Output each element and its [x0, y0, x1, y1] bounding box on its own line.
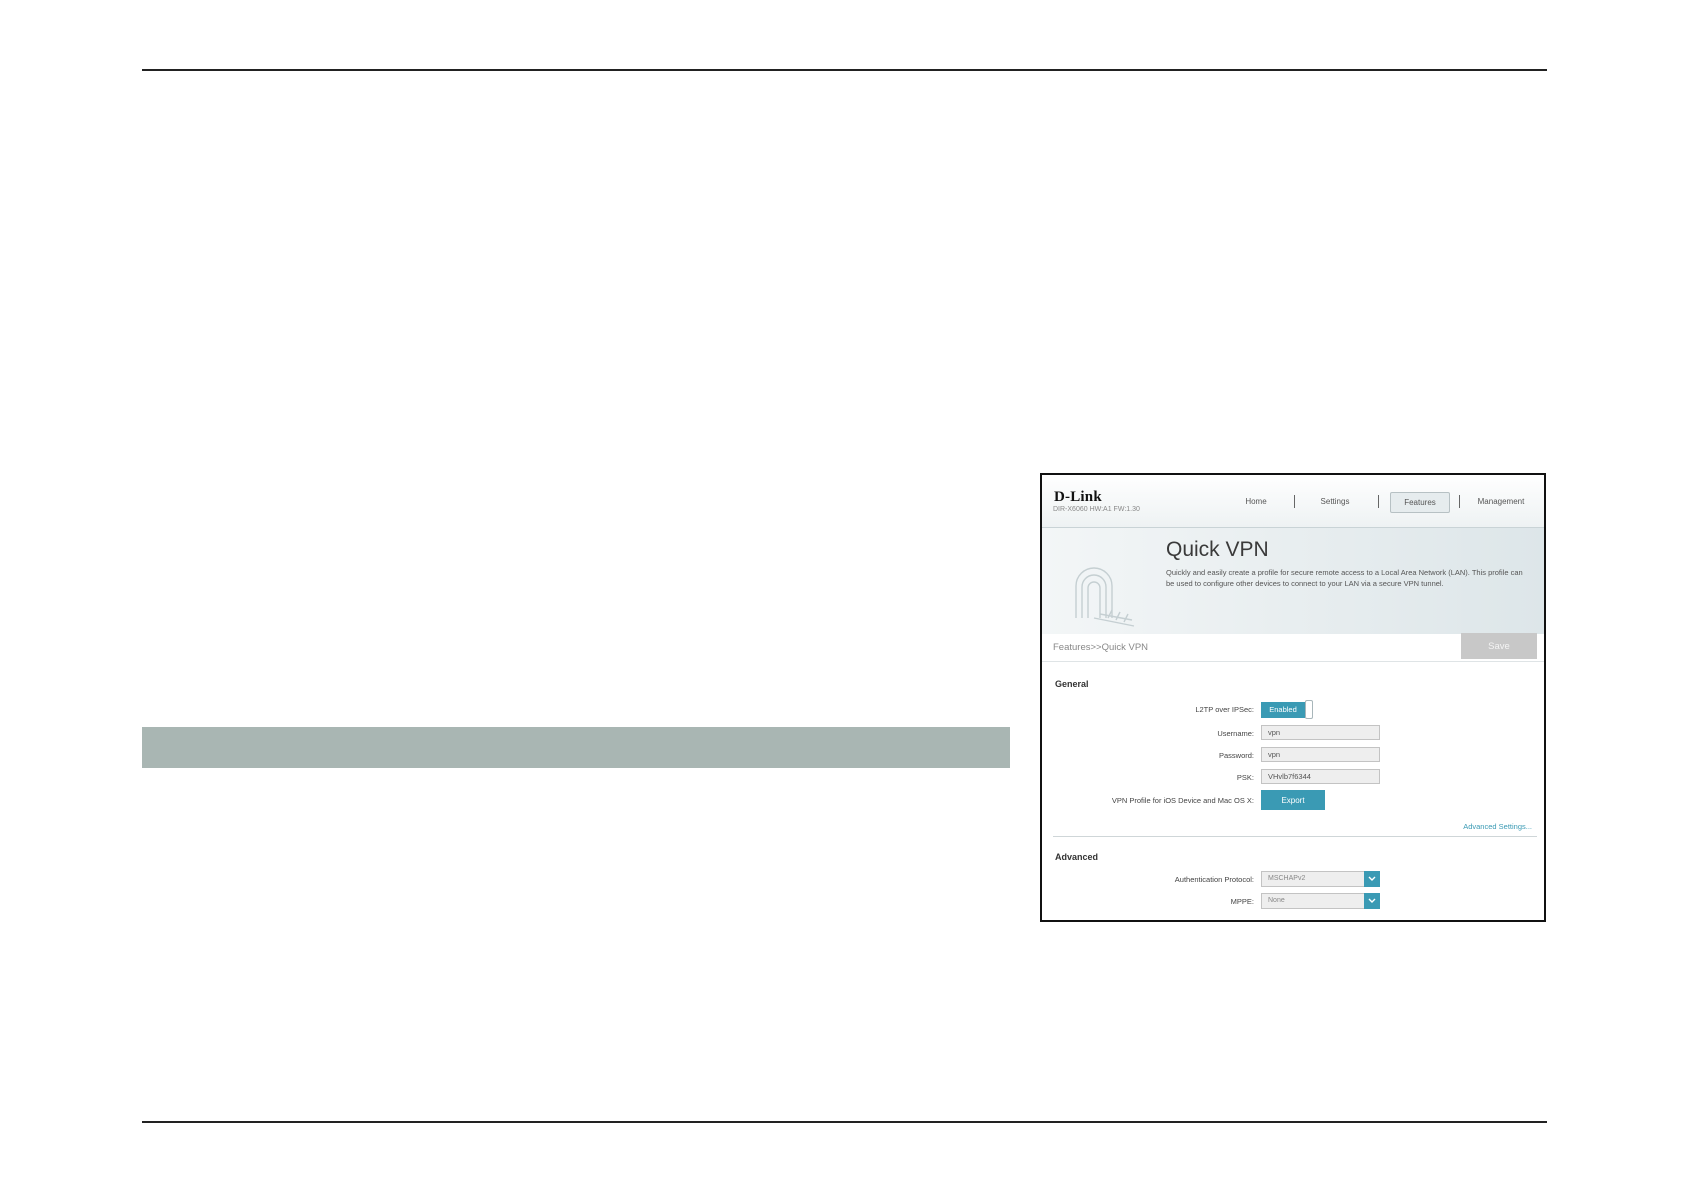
mppe-value: None [1268, 897, 1285, 904]
auth-protocol-value: MSCHAPv2 [1268, 875, 1306, 882]
section-divider [1053, 836, 1537, 837]
top-rule [142, 69, 1547, 71]
toggle-state: Enabled [1261, 702, 1305, 718]
nav-separator [1294, 495, 1295, 508]
breadcrumb: Features>>Quick VPN [1053, 642, 1149, 653]
username-label: Username: [1217, 729, 1254, 738]
advanced-heading: Advanced [1055, 852, 1099, 862]
page-description: Quickly and easily create a profile for … [1166, 568, 1523, 588]
psk-field[interactable]: VHvlb7f6344 [1261, 769, 1380, 784]
dlink-logo: D-Link [1054, 489, 1102, 505]
vpn-tunnel-icon [1075, 567, 1135, 627]
mppe-label: MPPE: [1230, 897, 1254, 906]
vpn-profile-label: VPN Profile for iOS Device and Mac OS X: [1111, 796, 1254, 805]
chevron-down-icon[interactable] [1364, 871, 1380, 887]
router-header: D-Link DIR-X6060 HW:A1 FW:1.30 Home Sett… [1042, 475, 1544, 528]
chevron-down-icon[interactable] [1364, 893, 1380, 909]
l2tp-label: L2TP over IPSec: [1195, 705, 1254, 714]
nav-settings[interactable]: Settings [1310, 492, 1360, 511]
bottom-rule [142, 1121, 1547, 1123]
l2tp-toggle[interactable]: Enabled [1261, 700, 1314, 719]
page-title: Quick VPN [1166, 538, 1269, 561]
auth-protocol-label: Authentication Protocol: [1174, 875, 1254, 884]
password-field[interactable]: vpn [1261, 747, 1380, 762]
save-button[interactable]: Save [1461, 633, 1537, 659]
nav-separator [1459, 495, 1460, 508]
general-heading: General [1055, 679, 1089, 689]
mppe-select[interactable]: None [1261, 893, 1380, 909]
page-banner: Quick VPN Quickly and easily create a pr… [1042, 528, 1544, 634]
toggle-knob[interactable] [1305, 700, 1313, 719]
nav-management[interactable]: Management [1470, 492, 1532, 511]
auth-protocol-select[interactable]: MSCHAPv2 [1261, 871, 1380, 887]
model-info: DIR-X6060 HW:A1 FW:1.30 [1053, 506, 1140, 513]
nav-features[interactable]: Features [1390, 492, 1450, 513]
export-button[interactable]: Export [1261, 790, 1325, 810]
gray-band [142, 727, 1010, 768]
advanced-settings-link[interactable]: Advanced Settings... [1463, 822, 1532, 831]
nav-home[interactable]: Home [1236, 492, 1276, 511]
username-field[interactable]: vpn [1261, 725, 1380, 740]
router-screenshot: D-Link DIR-X6060 HW:A1 FW:1.30 Home Sett… [1040, 473, 1546, 922]
nav-separator [1378, 495, 1379, 508]
psk-label: PSK: [1236, 773, 1254, 782]
password-label: Password: [1218, 751, 1254, 760]
